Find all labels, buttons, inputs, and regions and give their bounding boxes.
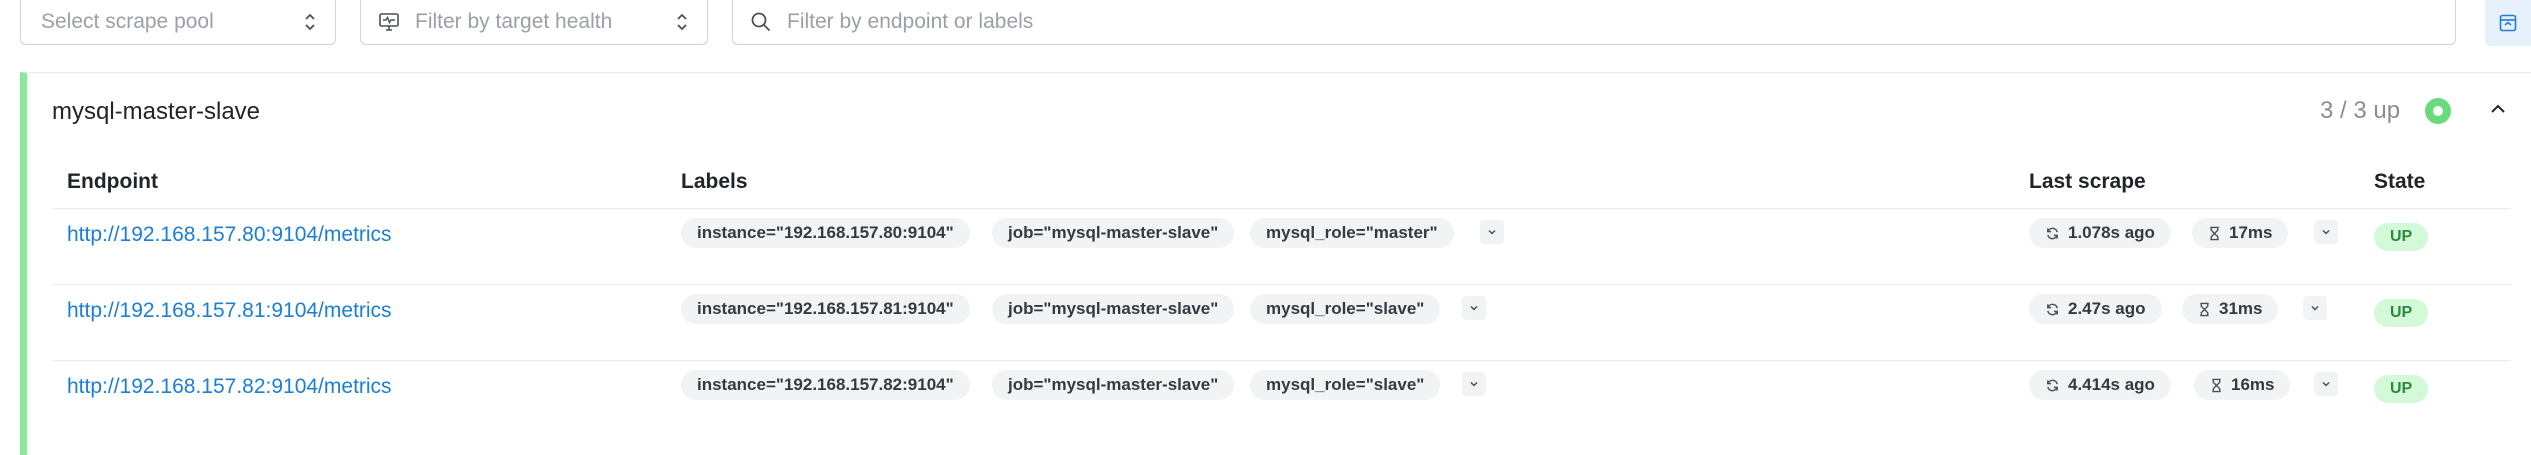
chevron-down-icon bbox=[1488, 229, 1496, 235]
last-scrape-pill: 2.47s ago bbox=[2029, 294, 2162, 324]
pool-name: mysql-master-slave bbox=[52, 98, 261, 125]
state-badge: UP bbox=[2374, 375, 2429, 403]
state-badge: UP bbox=[2374, 223, 2429, 251]
expand-scrape-details-button[interactable] bbox=[2314, 220, 2338, 244]
refresh-icon bbox=[2047, 303, 2058, 316]
chevron-down-icon bbox=[1470, 381, 1478, 387]
state-badge: UP bbox=[2374, 299, 2429, 327]
monitor-heartbeat-icon bbox=[379, 13, 399, 31]
label-pill: mysql_role="slave" bbox=[1250, 294, 1441, 324]
chevron-down-icon bbox=[2311, 305, 2319, 311]
chevron-up-icon[interactable] bbox=[2487, 98, 2509, 120]
chevron-down-icon bbox=[1470, 305, 1478, 311]
label-pill: instance="192.168.157.82:9104" bbox=[681, 370, 970, 400]
label-pill: job="mysql-master-slave" bbox=[992, 218, 1235, 248]
scrape-duration: 31ms bbox=[2219, 299, 2263, 318]
endpoint-link[interactable]: http://192.168.157.82:9104/metrics bbox=[67, 375, 392, 399]
refresh-icon bbox=[2047, 379, 2058, 392]
chevron-down-icon bbox=[2322, 381, 2330, 387]
last-scrape-time: 4.414s ago bbox=[2068, 375, 2155, 394]
pool-up-count: 3 / 3 up bbox=[2320, 97, 2401, 124]
scrape-duration-pill: 31ms bbox=[2182, 294, 2279, 324]
label-pill: instance="192.168.157.81:9104" bbox=[681, 294, 970, 324]
hourglass-icon bbox=[2200, 302, 2209, 317]
scrape-duration-pill: 16ms bbox=[2194, 370, 2291, 400]
expand-scrape-details-button[interactable] bbox=[2303, 296, 2327, 320]
header-endpoint: Endpoint bbox=[67, 170, 158, 193]
label-pill: instance="192.168.157.80:9104" bbox=[681, 218, 970, 248]
search-input[interactable]: Filter by endpoint or labels bbox=[732, 0, 2456, 45]
chevron-down-icon bbox=[2322, 229, 2330, 235]
label-pill: job="mysql-master-slave" bbox=[992, 370, 1235, 400]
scrape-pool-placeholder: Select scrape pool bbox=[41, 10, 214, 33]
target-health-select[interactable]: Filter by target health bbox=[360, 0, 708, 45]
chevron-up-down-icon bbox=[305, 13, 315, 31]
last-scrape-time: 2.47s ago bbox=[2068, 299, 2146, 318]
last-scrape-pill: 4.414s ago bbox=[2029, 370, 2171, 400]
pool-health-indicator bbox=[2425, 98, 2451, 124]
row-divider bbox=[52, 360, 2511, 361]
search-icon bbox=[751, 12, 771, 32]
label-pill: mysql_role="slave" bbox=[1250, 370, 1441, 400]
scrape-pool-select[interactable]: Select scrape pool bbox=[20, 0, 336, 45]
header-last-scrape: Last scrape bbox=[2029, 170, 2146, 193]
target-health-placeholder: Filter by target health bbox=[415, 10, 613, 33]
collapse-all-button[interactable] bbox=[2485, 0, 2531, 46]
refresh-icon bbox=[2047, 227, 2058, 240]
collapse-all-icon bbox=[2499, 14, 2517, 32]
last-scrape-pill: 1.078s ago bbox=[2029, 218, 2171, 248]
search-placeholder: Filter by endpoint or labels bbox=[787, 10, 1034, 33]
header-state: State bbox=[2374, 170, 2426, 193]
row-divider bbox=[52, 284, 2511, 285]
expand-labels-button[interactable] bbox=[1480, 220, 1504, 244]
label-pill: job="mysql-master-slave" bbox=[992, 294, 1235, 324]
hourglass-icon bbox=[2210, 226, 2219, 241]
label-pill: mysql_role="master" bbox=[1250, 218, 1454, 248]
header-labels: Labels bbox=[681, 170, 748, 193]
expand-scrape-details-button[interactable] bbox=[2314, 372, 2338, 396]
expand-labels-button[interactable] bbox=[1462, 296, 1486, 320]
row-divider bbox=[52, 208, 2511, 209]
scrape-duration-pill: 17ms bbox=[2192, 218, 2289, 248]
chevron-up-down-icon bbox=[677, 13, 687, 31]
endpoint-link[interactable]: http://192.168.157.80:9104/metrics bbox=[67, 223, 392, 247]
endpoint-link[interactable]: http://192.168.157.81:9104/metrics bbox=[67, 299, 392, 323]
expand-labels-button[interactable] bbox=[1462, 372, 1486, 396]
scrape-duration: 16ms bbox=[2231, 375, 2275, 394]
last-scrape-time: 1.078s ago bbox=[2068, 223, 2155, 242]
hourglass-icon bbox=[2212, 378, 2221, 393]
scrape-duration: 17ms bbox=[2229, 223, 2273, 242]
